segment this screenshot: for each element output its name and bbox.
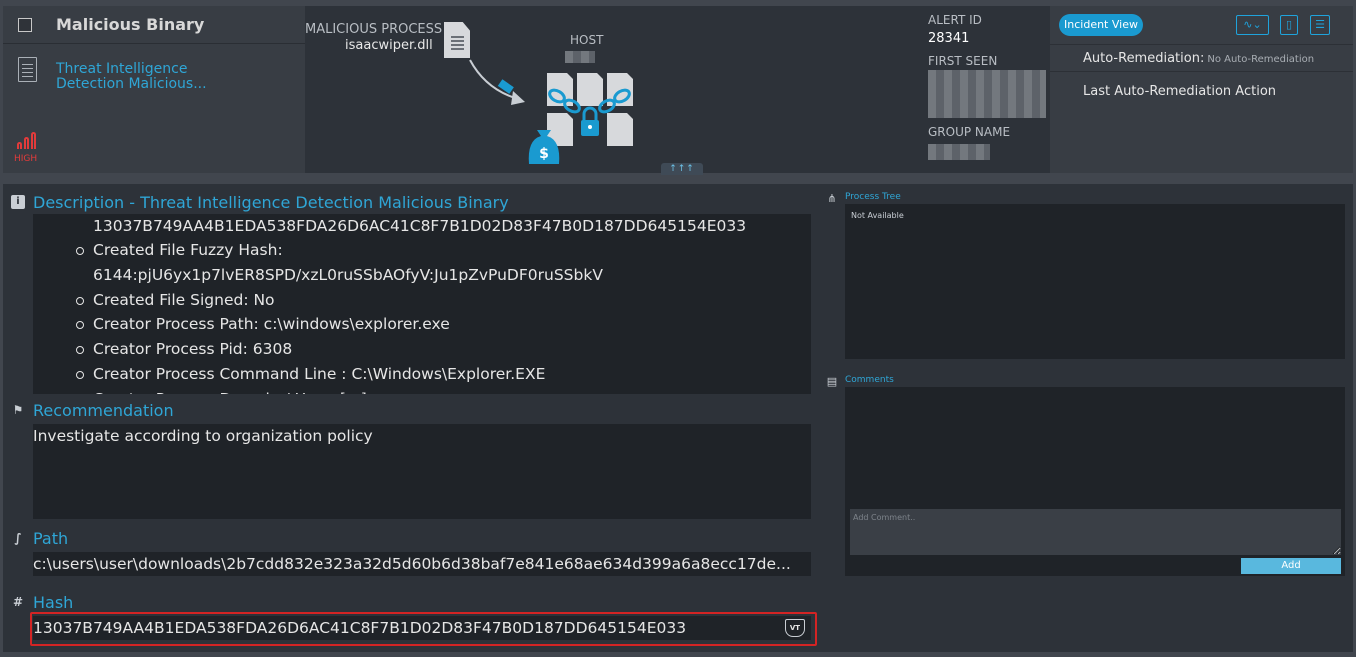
alert-title: Malicious Binary — [56, 15, 205, 34]
fuzzy-hash-value: 6144:pjU6yx1p7lvER8SPD/xzL0ruSSbAOfyV:Ju… — [93, 265, 603, 284]
severity-label: HIGH — [14, 154, 38, 164]
malicious-process-name: isaacwiper.dll — [345, 38, 433, 53]
auto-remediation-row: Auto-Remediation: No Auto-Remediation — [1050, 44, 1353, 72]
description-hash-line: 13037B749AA4B1EDA538FDA26D6AC41C8F7B1D02… — [93, 217, 747, 235]
path-value: c:\users\user\downloads\2b7cdd832e323a32… — [33, 552, 811, 576]
alert-id-label: ALERT ID — [928, 13, 982, 27]
select-checkbox[interactable] — [18, 18, 32, 32]
hash-title: Hash — [33, 593, 74, 612]
svg-text:$: $ — [539, 146, 549, 162]
document-icon — [18, 57, 37, 82]
last-auto-remediation-label: Last Auto-Remediation Action — [1083, 84, 1277, 99]
alert-body: i Description - Threat Intelligence Dete… — [3, 184, 1353, 652]
alert-details-page: Malicious Binary Threat Intelligence Det… — [0, 0, 1356, 657]
process-tree-value: Not Available — [851, 211, 904, 220]
comments-icon: ▤ — [826, 375, 838, 388]
severity-bars-icon — [17, 131, 39, 149]
info-icon: i — [11, 195, 25, 209]
incident-view-button[interactable]: Incident View — [1059, 14, 1143, 36]
add-comment-input[interactable] — [850, 509, 1341, 555]
description-item: Creator Process Path: c:\windows\explore… — [75, 312, 811, 337]
auto-remediation-label-text: Auto-Remediation: — [1083, 51, 1205, 66]
description-item: Created File Fuzzy Hash: 6144:pjU6yx1p7lv… — [75, 238, 811, 288]
alert-info-panel: ALERT ID 28341 FIRST SEEN GROUP NAME — [925, 6, 1050, 173]
description-item: Creator Process Domain / User: [...] — [75, 387, 811, 394]
description-item: Creator Process Pid: 6308 — [75, 337, 811, 362]
auto-remediation-value: No Auto-Remediation — [1207, 54, 1315, 65]
collapse-header-button[interactable]: ↑↑↑ — [661, 163, 703, 175]
host-label: HOST — [570, 33, 604, 47]
recommendation-icon: ⚑ — [12, 403, 24, 417]
group-name-label: GROUP NAME — [928, 125, 1011, 139]
hash-icon: # — [12, 595, 24, 609]
item-text: Created File Fuzzy Hash: — [93, 241, 283, 259]
alert-id-value: 28341 — [928, 31, 970, 46]
process-tree-icon: ⋔ — [827, 192, 837, 205]
hash-highlight-outline — [30, 612, 817, 646]
recommendation-title: Recommendation — [33, 401, 174, 420]
activity-icon[interactable]: ∿⌄ — [1236, 15, 1269, 35]
actions-panel: Incident View ∿⌄ ▯ ☰ Auto-Remediation: No… — [1050, 6, 1353, 173]
process-tree-title: Process Tree — [845, 192, 901, 202]
recommendation-box: Investigate according to organization po… — [33, 424, 811, 519]
path-title: Path — [33, 529, 69, 548]
alert-header: Malicious Binary Threat Intelligence Det… — [3, 6, 1353, 175]
first-seen-redacted — [928, 70, 1046, 118]
host-name-redacted — [565, 51, 595, 63]
add-comment-button[interactable]: Add — [1241, 558, 1341, 574]
comments-box: Add — [845, 387, 1345, 576]
rule-name-line2: Detection Malicious... — [56, 76, 207, 92]
description-list: Created File Fuzzy Hash: 6144:pjU6yx1p7lv… — [33, 238, 811, 394]
group-name-redacted — [928, 144, 990, 160]
list-icon[interactable]: ☰ — [1310, 15, 1330, 35]
clipboard-icon[interactable]: ▯ — [1280, 15, 1298, 35]
process-tree-box: Not Available — [845, 204, 1345, 359]
ransomware-host-icon: $ — [528, 73, 633, 164]
description-title: Description - Threat Intelligence Detect… — [33, 193, 509, 212]
first-seen-label: FIRST SEEN — [928, 54, 998, 68]
description-item: Created File Signed: No — [75, 288, 811, 313]
malicious-process-label: MALICIOUS PROCESS — [305, 22, 443, 37]
rule-name-link[interactable]: Threat Intelligence Detection Malicious.… — [56, 62, 207, 92]
attack-arrow-icon — [469, 59, 525, 105]
auto-remediation-label: Auto-Remediation: No Auto-Remediation — [1083, 51, 1314, 66]
attack-visual-panel: MALICIOUS PROCESS isaacwiper.dll HOST $ … — [305, 6, 925, 175]
file-icon — [444, 22, 470, 58]
rule-name-line1: Threat Intelligence — [56, 61, 188, 77]
alert-summary-panel: Malicious Binary Threat Intelligence Det… — [3, 6, 305, 173]
description-box[interactable]: 13037B749AA4B1EDA538FDA26D6AC41C8F7B1D02… — [33, 214, 811, 394]
title-row: Malicious Binary — [3, 6, 305, 44]
description-item: Creator Process Command Line : C:\Window… — [75, 362, 811, 387]
comments-title: Comments — [845, 375, 894, 385]
path-icon: ∫ — [14, 531, 22, 545]
